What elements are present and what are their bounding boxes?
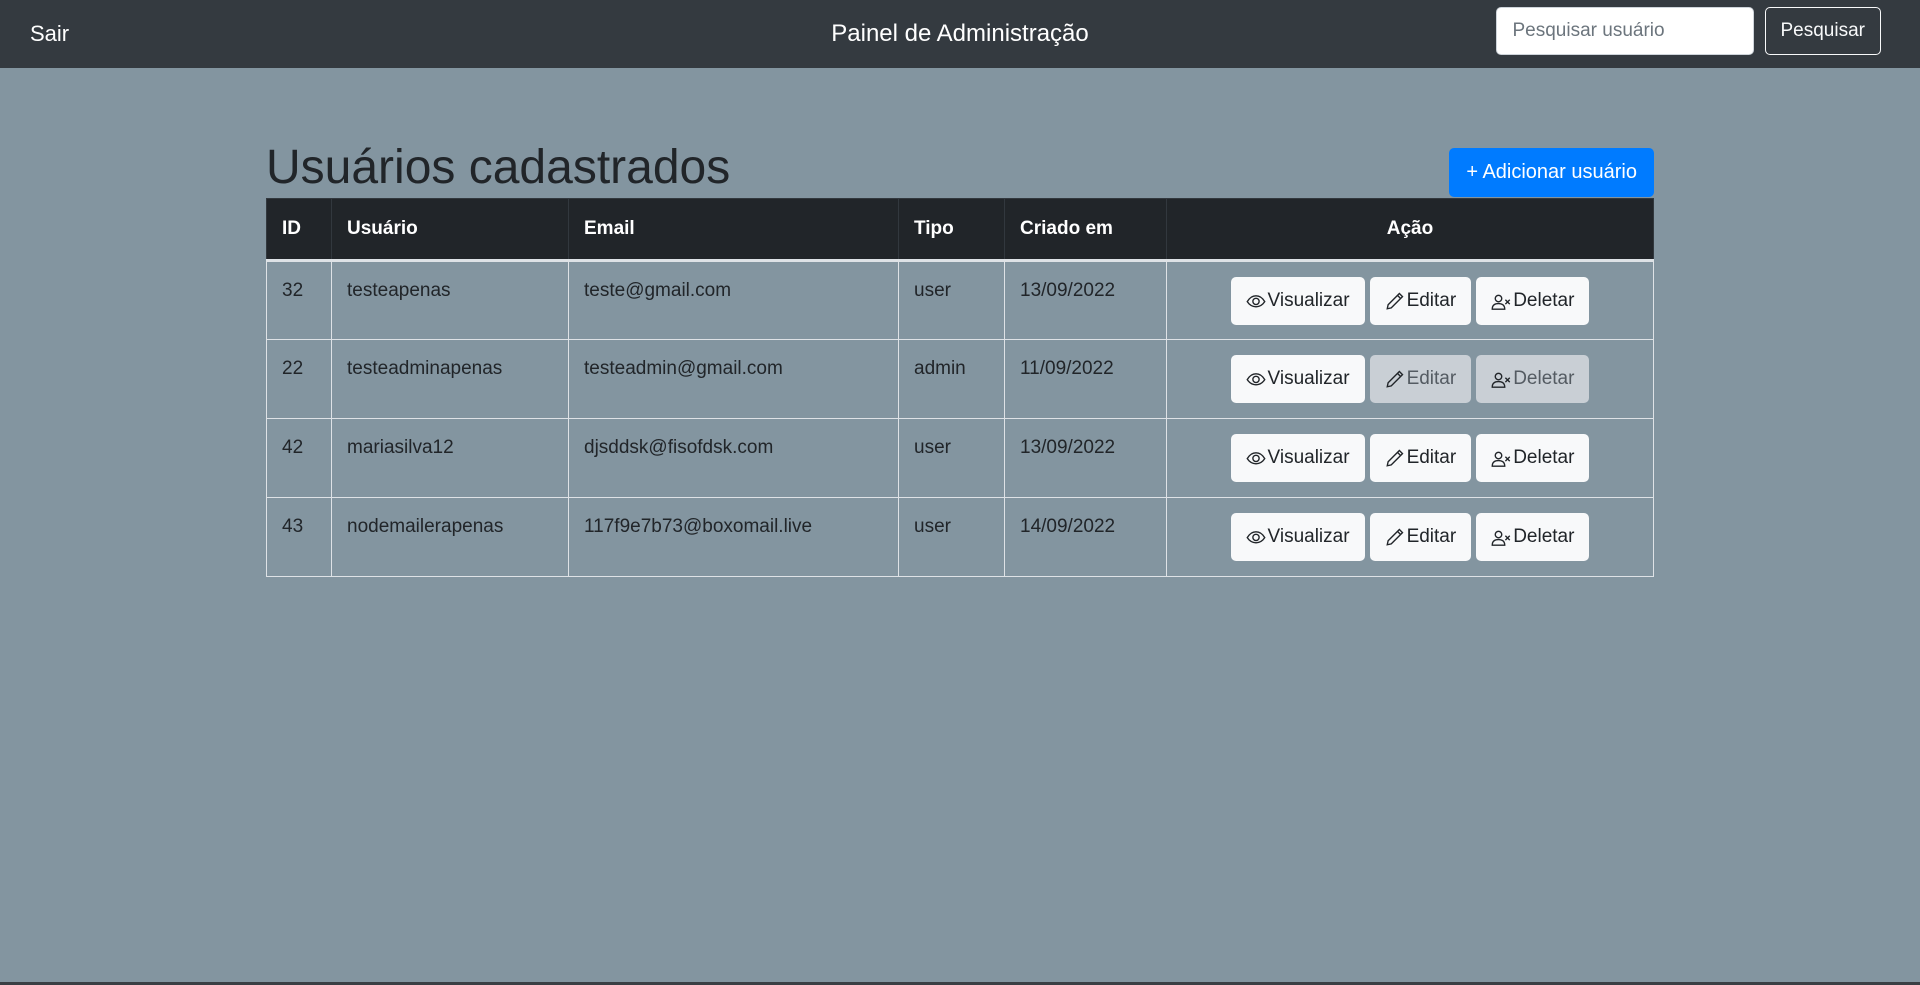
cell-id: 22	[266, 339, 332, 419]
edit-button[interactable]: Editar	[1369, 513, 1472, 561]
action-buttons: Visualizar Editar Deletar	[1230, 276, 1590, 325]
edit-label: Editar	[1406, 368, 1457, 389]
cell-type: user	[898, 260, 1005, 340]
cell-created: 11/09/2022	[1004, 339, 1167, 419]
edit-label: Editar	[1406, 289, 1457, 311]
delete-label: Deletar	[1513, 289, 1575, 311]
table-row: 22 testeadminapenas testeadmin@gmail.com…	[266, 339, 1654, 419]
action-buttons: Visualizar Editar Deletar	[1230, 513, 1590, 561]
column-header-user: Usuário	[331, 198, 569, 262]
table-body: 32 testeapenas teste@gmail.com user 13/0…	[266, 260, 1654, 577]
cell-created: 13/09/2022	[1004, 260, 1167, 340]
cell-user: mariasilva12	[331, 418, 569, 498]
cell-actions: Visualizar Editar Deletar	[1166, 418, 1654, 498]
column-header-id: ID	[266, 198, 332, 262]
delete-label: Deletar	[1513, 447, 1575, 468]
view-button[interactable]: Visualizar	[1230, 276, 1365, 325]
delete-label: Deletar	[1513, 526, 1575, 547]
action-buttons: Visualizar Editar Deletar	[1230, 434, 1590, 482]
cell-id: 32	[266, 260, 332, 340]
edit-label: Editar	[1406, 526, 1457, 547]
eye-icon	[1245, 531, 1266, 544]
delete-button[interactable]: Deletar	[1476, 513, 1590, 561]
action-buttons: Visualizar Editar Deletar	[1230, 355, 1590, 403]
main-content: Usuários cadastrados + Adicionar usuário…	[266, 138, 1654, 577]
delete-button[interactable]: Deletar	[1476, 355, 1590, 403]
delete-label: Deletar	[1513, 368, 1575, 389]
eye-icon	[1245, 452, 1266, 465]
pencil-icon	[1385, 370, 1404, 388]
column-header-email: Email	[568, 198, 899, 262]
column-header-action: Ação	[1166, 198, 1654, 262]
cell-actions: Visualizar Editar Deletar	[1166, 339, 1654, 419]
cell-id: 43	[266, 497, 332, 577]
eye-icon	[1245, 373, 1266, 386]
logout-link[interactable]: Sair	[30, 21, 69, 47]
cell-email: teste@gmail.com	[568, 260, 899, 340]
pencil-icon	[1385, 449, 1404, 467]
cell-created: 13/09/2022	[1004, 418, 1167, 498]
pencil-icon	[1385, 292, 1404, 310]
view-label: Visualizar	[1267, 368, 1350, 389]
users-table: ID Usuário Email Tipo Criado em Ação 32 …	[266, 198, 1654, 577]
table-header: ID Usuário Email Tipo Criado em Ação	[266, 198, 1654, 262]
column-header-type: Tipo	[898, 198, 1005, 262]
add-user-button[interactable]: + Adicionar usuário	[1449, 148, 1654, 197]
page-header: Usuários cadastrados + Adicionar usuário	[266, 138, 1654, 198]
person-x-icon	[1491, 294, 1511, 310]
table-row: 42 mariasilva12 djsddsk@fisofdsk.com use…	[266, 418, 1654, 498]
person-x-icon	[1491, 530, 1511, 546]
edit-label: Editar	[1406, 447, 1457, 468]
page-title: Usuários cadastrados	[266, 141, 731, 194]
cell-created: 14/09/2022	[1004, 497, 1167, 577]
cell-email: testeadmin@gmail.com	[568, 339, 899, 419]
top-navbar: Sair Painel de Administração Pesquisar	[0, 0, 1920, 68]
search-form: Pesquisar	[1495, 7, 1881, 55]
cell-id: 42	[266, 418, 332, 498]
person-x-icon	[1491, 451, 1511, 467]
view-button[interactable]: Visualizar	[1230, 355, 1365, 403]
person-x-icon	[1491, 372, 1511, 388]
edit-button[interactable]: Editar	[1369, 276, 1472, 325]
cell-user: testeadminapenas	[331, 339, 569, 419]
cell-type: user	[898, 418, 1005, 498]
cell-type: user	[898, 497, 1005, 577]
delete-button[interactable]: Deletar	[1476, 276, 1590, 325]
eye-icon	[1245, 294, 1266, 307]
delete-button[interactable]: Deletar	[1476, 434, 1590, 482]
view-button[interactable]: Visualizar	[1230, 434, 1365, 482]
view-button[interactable]: Visualizar	[1230, 513, 1365, 561]
cell-user: testeapenas	[331, 260, 569, 340]
cell-actions: Visualizar Editar Deletar	[1166, 497, 1654, 577]
view-label: Visualizar	[1267, 526, 1350, 547]
cell-user: nodemailerapenas	[331, 497, 569, 577]
cell-actions: Visualizar Editar Deletar	[1166, 260, 1654, 340]
cell-type: admin	[898, 339, 1005, 419]
search-input[interactable]	[1495, 7, 1754, 55]
pencil-icon	[1385, 528, 1404, 546]
search-button[interactable]: Pesquisar	[1764, 7, 1881, 55]
view-label: Visualizar	[1267, 289, 1350, 311]
edit-button[interactable]: Editar	[1369, 355, 1472, 403]
view-label: Visualizar	[1267, 447, 1350, 468]
table-row: 32 testeapenas teste@gmail.com user 13/0…	[266, 260, 1654, 340]
edit-button[interactable]: Editar	[1369, 434, 1472, 482]
table-row: 43 nodemailerapenas 117f9e7b73@boxomail.…	[266, 497, 1654, 577]
column-header-created: Criado em	[1004, 198, 1167, 262]
cell-email: djsddsk@fisofdsk.com	[568, 418, 899, 498]
cell-email: 117f9e7b73@boxomail.live	[568, 497, 899, 577]
